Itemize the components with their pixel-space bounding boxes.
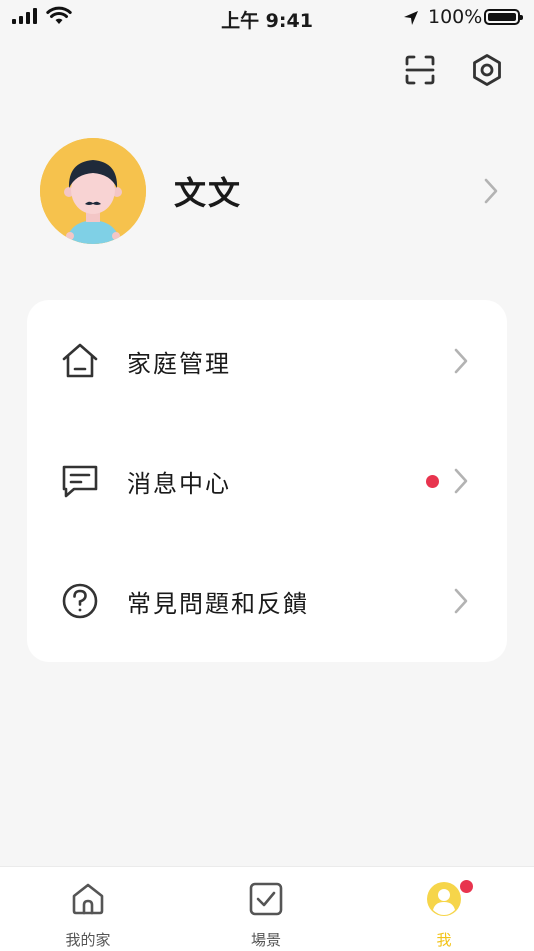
chevron-right-icon <box>454 468 468 494</box>
avatar-illustration <box>40 138 146 244</box>
chevron-right-icon <box>454 588 468 614</box>
tab-label: 我 <box>436 931 452 949</box>
menu-item-label: 消息中心 <box>127 470 231 498</box>
tab-scenes[interactable]: 場景 <box>206 867 326 951</box>
profile-tab-icon <box>427 882 461 916</box>
location-arrow-icon <box>404 11 418 25</box>
tab-me[interactable]: 我 <box>384 867 504 951</box>
tab-label: 場景 <box>250 931 281 949</box>
profile-header[interactable]: 文文 <box>40 138 500 244</box>
tab-my-home[interactable]: 我的家 <box>28 867 148 951</box>
chevron-right-icon <box>484 178 498 204</box>
avatar[interactable] <box>40 138 146 244</box>
battery-percentage: 100% <box>428 6 483 28</box>
status-bar: 上午 9:41 100% <box>0 0 534 36</box>
scene-check-icon <box>249 882 283 916</box>
message-icon <box>62 465 98 498</box>
notification-badge <box>458 878 475 895</box>
menu-item-label: 常見問題和反饋 <box>127 590 309 618</box>
menu-card: 家庭管理 消息中心 常見問題和反饋 <box>27 300 507 662</box>
tab-bar: 我的家 場景 我 <box>0 866 534 951</box>
hexagon-settings-icon <box>473 54 501 86</box>
tab-label: 我的家 <box>65 931 111 949</box>
menu-item-label: 家庭管理 <box>127 350 231 378</box>
menu-item-message-center[interactable]: 消息中心 <box>27 420 507 540</box>
battery-icon <box>484 9 523 25</box>
unread-badge <box>426 475 439 488</box>
chevron-right-icon <box>454 348 468 374</box>
menu-item-faq-feedback[interactable]: 常見問題和反饋 <box>27 540 507 660</box>
username: 文文 <box>174 174 243 212</box>
home-icon <box>62 343 98 378</box>
home-tab-icon <box>72 883 104 915</box>
scan-button[interactable] <box>402 52 438 88</box>
help-icon <box>62 583 98 619</box>
settings-button[interactable] <box>469 52 505 88</box>
menu-item-family-management[interactable]: 家庭管理 <box>27 300 507 420</box>
scan-icon <box>405 55 435 85</box>
